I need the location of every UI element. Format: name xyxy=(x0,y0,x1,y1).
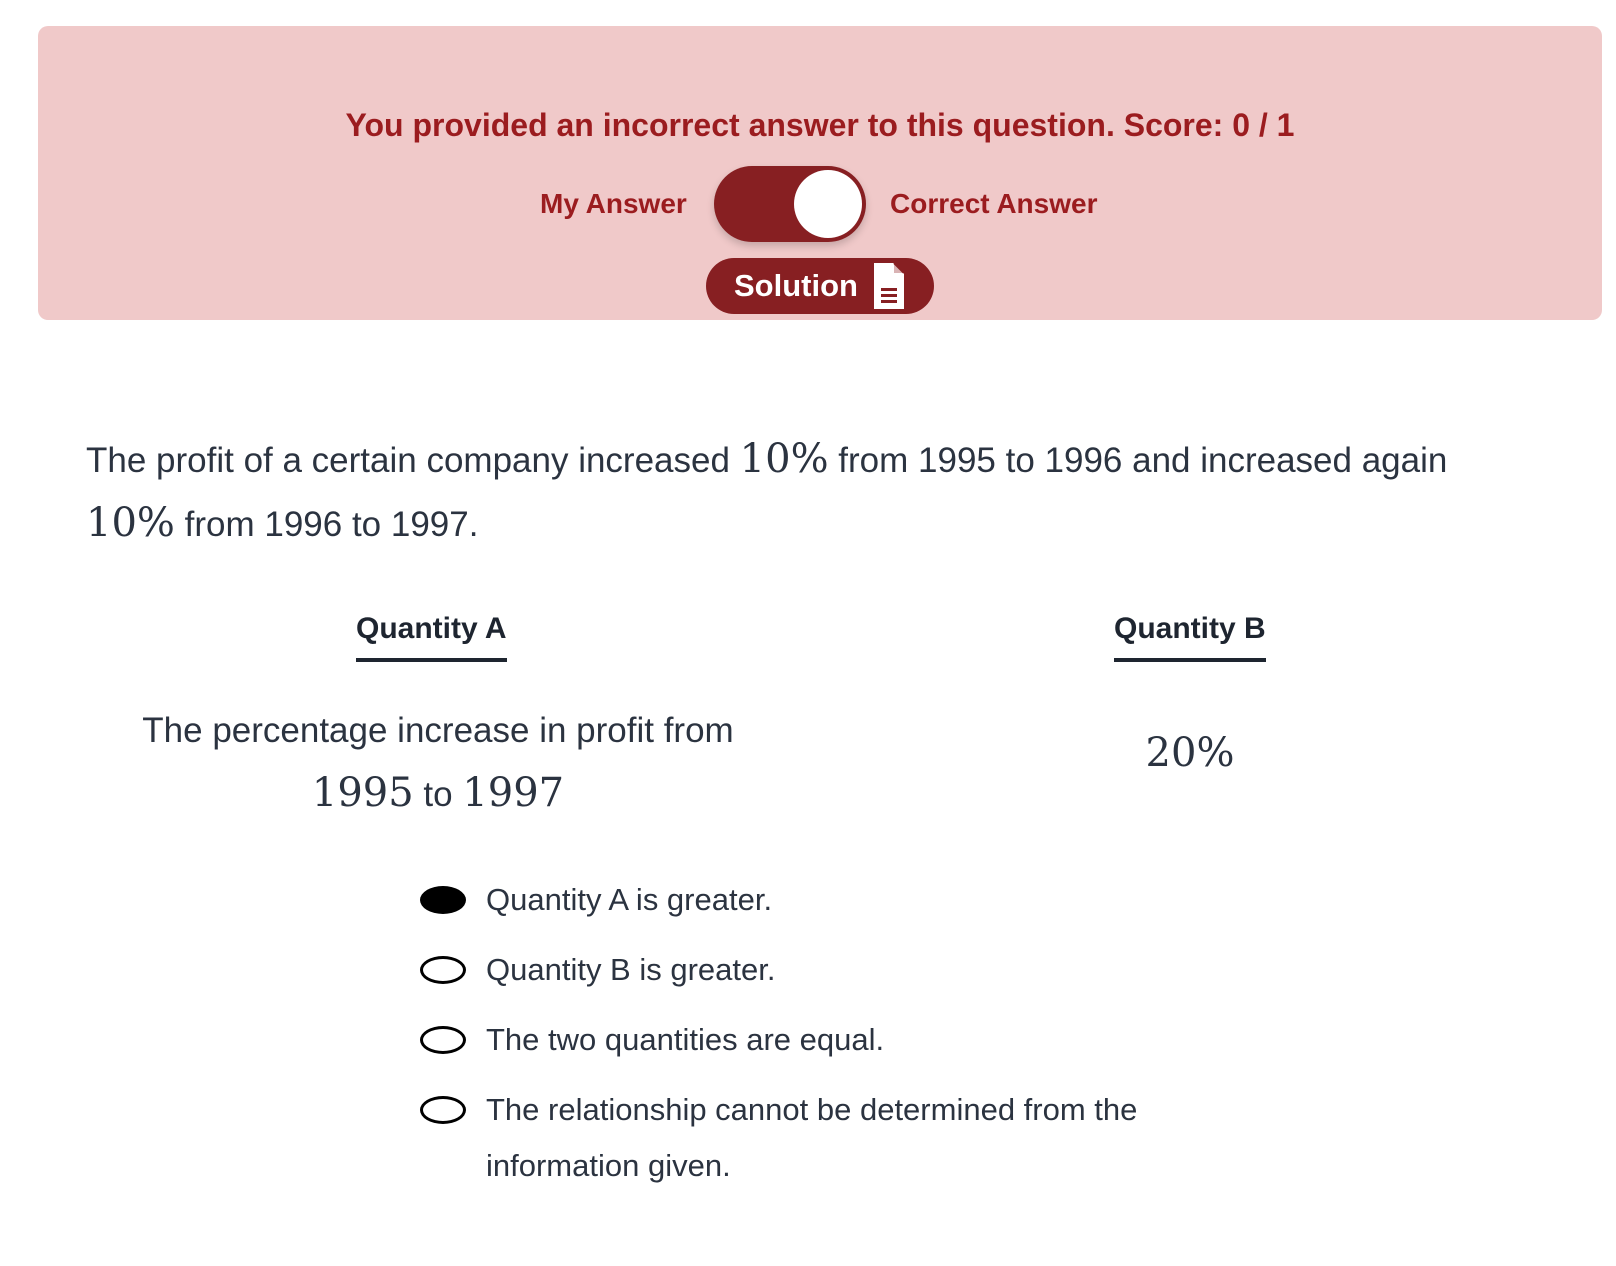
solution-button[interactable]: Solution xyxy=(706,258,934,314)
quantity-a-year-to: 1997 xyxy=(462,770,565,816)
radio-button[interactable] xyxy=(420,1096,466,1124)
answer-option-label[interactable]: Quantity B is greater. xyxy=(486,942,1246,998)
question-text-1: The profit of a certain company increase… xyxy=(86,441,740,480)
radio-button[interactable] xyxy=(420,1026,466,1054)
toggle-knob[interactable] xyxy=(794,170,862,238)
question-pct-1: 10% xyxy=(739,436,829,482)
radio-button-selected[interactable] xyxy=(420,886,466,914)
answer-option-label[interactable]: Quantity A is greater. xyxy=(486,872,1246,928)
score-message: You provided an incorrect answer to this… xyxy=(345,107,1295,143)
feedback-banner: You provided an incorrect answer to this… xyxy=(38,26,1602,320)
quantity-a-connector: to xyxy=(413,775,463,814)
radio-button[interactable] xyxy=(420,956,466,984)
answer-toggle-switch[interactable] xyxy=(714,166,866,242)
correct-answer-label[interactable]: Correct Answer xyxy=(890,188,1097,220)
answer-toggle-row: My Answer Correct Answer xyxy=(38,166,1602,242)
quantity-a-year-from: 1995 xyxy=(311,770,414,816)
answer-option-label[interactable]: The relationship cannot be determined fr… xyxy=(486,1082,1246,1194)
quantity-a-heading: Quantity A xyxy=(356,612,507,662)
quantity-a-line-2: 1995 to 1997 xyxy=(100,762,776,826)
solution-button-label: Solution xyxy=(734,268,858,303)
quantity-a-line-1: The percentage increase in profit from xyxy=(142,711,734,750)
quantity-b-value: 20% xyxy=(1145,730,1235,776)
question-pct-2: 10% xyxy=(86,500,175,546)
answer-option-label[interactable]: The two quantities are equal. xyxy=(486,1012,1246,1068)
quantity-b-heading: Quantity B xyxy=(1114,612,1266,662)
question-stem: The profit of a certain company increase… xyxy=(86,428,1546,556)
quantity-a-value: The percentage increase in profit from 1… xyxy=(100,700,776,826)
question-text-3: from 1996 to 1997. xyxy=(174,505,479,544)
document-icon xyxy=(872,261,906,311)
my-answer-label[interactable]: My Answer xyxy=(540,188,687,220)
question-text-2: from 1995 to 1996 and increased again xyxy=(828,441,1448,480)
